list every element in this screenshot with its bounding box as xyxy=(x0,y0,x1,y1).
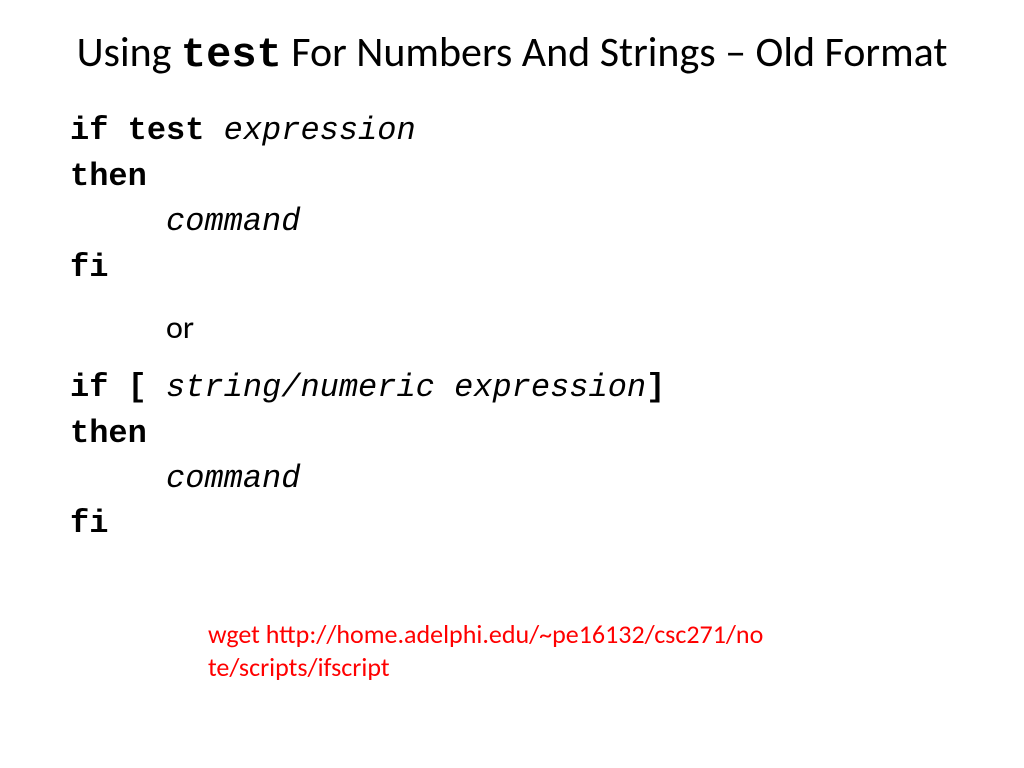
code1-expression: expression xyxy=(224,112,416,149)
code2-close-bracket: ] xyxy=(646,369,665,406)
slide-title: Using test For Numbers And Strings – Old… xyxy=(70,28,954,80)
code1-command: command xyxy=(70,203,300,240)
title-mono: test xyxy=(181,31,282,79)
title-part1: Using xyxy=(77,27,181,78)
slide-content: Using test For Numbers And Strings – Old… xyxy=(0,0,1024,547)
code2-command: command xyxy=(70,460,300,497)
code1-then: then xyxy=(70,158,147,195)
code-block-2: if [ string/numeric expression] then com… xyxy=(70,365,954,547)
code2-fi: fi xyxy=(70,505,108,542)
code1-if-test: if test xyxy=(70,112,224,149)
code2-if-bracket: if [ xyxy=(70,369,166,406)
or-separator: or xyxy=(70,308,954,347)
code1-fi: fi xyxy=(70,249,108,286)
code2-expression: string/numeric expression xyxy=(166,369,646,406)
code2-then: then xyxy=(70,415,147,452)
title-part2: For Numbers And Strings – Old Format xyxy=(282,27,948,78)
wget-note: wget http://home.adelphi.edu/~pe16132/cs… xyxy=(208,618,768,683)
code-block-1: if test expression then command fi xyxy=(70,108,954,290)
